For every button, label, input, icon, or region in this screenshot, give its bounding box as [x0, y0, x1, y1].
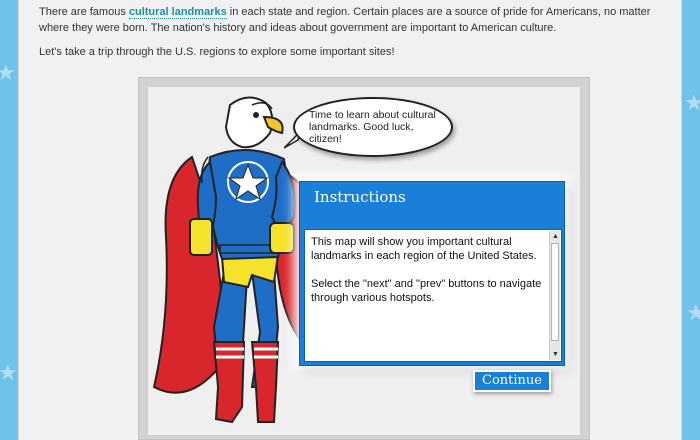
scroll-up-arrow-icon[interactable]: ▲	[551, 232, 560, 241]
instructions-dialog: Instructions This map will show you impo…	[299, 181, 565, 366]
cultural-landmarks-link[interactable]: cultural landmarks	[128, 6, 227, 19]
speech-bubble: Time to learn about cultural landmarks. …	[293, 97, 453, 157]
instructions-scrollbar[interactable]: ▲ ▼	[549, 231, 560, 360]
trip-paragraph: Let's take a trip through the U.S. regio…	[39, 46, 395, 58]
intro-text-start: There are famous	[39, 6, 129, 18]
instructions-title: Instructions	[314, 188, 406, 206]
background-star-icon: ★	[0, 60, 16, 85]
instructions-text-box[interactable]: This map will show you important cultura…	[304, 229, 562, 362]
scroll-thumb[interactable]	[551, 243, 559, 341]
instructions-paragraph: Select the "next" and "prev" buttons to …	[311, 278, 542, 304]
activity-frame: Time to learn about cultural landmarks. …	[138, 77, 590, 440]
background-star-icon: ★	[686, 300, 700, 325]
continue-button[interactable]: Continue	[473, 370, 551, 392]
activity-stage: Time to learn about cultural landmarks. …	[147, 86, 581, 436]
content-panel: There are famous cultural landmarks in e…	[18, 0, 682, 440]
speech-bubble-text: Time to learn about cultural landmarks. …	[309, 109, 436, 145]
scroll-down-arrow-icon[interactable]: ▼	[551, 350, 560, 359]
instructions-paragraph: This map will show you important cultura…	[311, 236, 537, 262]
background-star-icon: ★	[0, 360, 18, 385]
background-star-icon: ★	[684, 90, 700, 115]
intro-paragraph: There are famous cultural landmarks in e…	[39, 4, 667, 36]
